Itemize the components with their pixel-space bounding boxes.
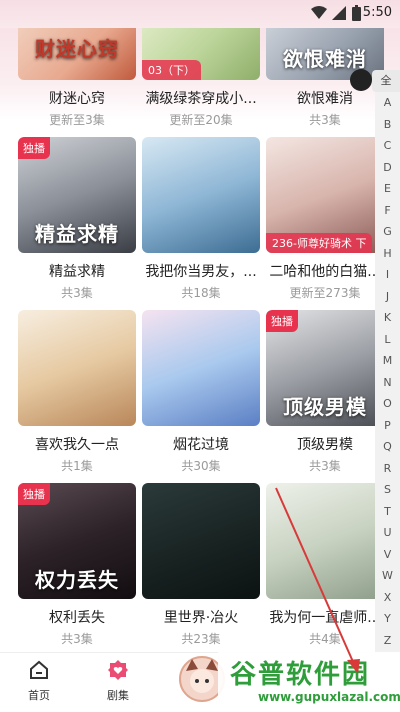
drama-cover: 独播 精益求精	[18, 137, 136, 253]
status-time: 5:50	[362, 5, 392, 20]
exclusive-badge: 独播	[18, 483, 50, 505]
index-letter-e[interactable]: E	[375, 178, 400, 200]
watermark-url: www.gupuxlazal.com	[258, 690, 400, 704]
index-letter-p[interactable]: P	[375, 415, 400, 437]
drama-title: 里世界·冶火	[163, 610, 239, 626]
drama-cover	[142, 137, 260, 253]
index-letter-c[interactable]: C	[375, 135, 400, 157]
episode-badge: 03（下）	[142, 60, 201, 80]
index-letter-s[interactable]: S	[375, 479, 400, 501]
drama-title: 顶级男模	[297, 437, 353, 453]
index-letter-o[interactable]: O	[375, 393, 400, 415]
drama-title: 欲恨难消	[297, 91, 353, 107]
index-letter-y[interactable]: Y	[375, 608, 400, 630]
drama-grid: 财迷心窍 财迷心窍 更新至3集 03（下） 满级绿茶穿成小... 更新至20集 …	[0, 0, 384, 650]
drama-episodes: 共3集	[309, 113, 341, 127]
drama-episodes: 共30集	[181, 459, 221, 473]
tab-home[interactable]: 首页	[9, 659, 69, 703]
drama-episodes: 共23集	[181, 632, 221, 646]
index-letter-n[interactable]: N	[375, 372, 400, 394]
drama-title: 我把你当男友，...	[145, 264, 257, 280]
drama-title: 二哈和他的白猫...	[269, 264, 381, 280]
home-icon	[30, 660, 48, 679]
index-letter-f[interactable]: F	[375, 200, 400, 222]
drama-cover: 独播 权力丢失	[18, 483, 136, 599]
index-letter-b[interactable]: B	[375, 114, 400, 136]
index-letter-q[interactable]: Q	[375, 436, 400, 458]
drama-cover: 独播 顶级男模	[266, 310, 384, 426]
index-letter-a[interactable]: A	[375, 92, 400, 114]
index-letter-z[interactable]: Z	[375, 630, 400, 652]
index-letter-w[interactable]: W	[375, 565, 400, 587]
status-bar: 5:50	[0, 0, 400, 28]
index-letter-t[interactable]: T	[375, 501, 400, 523]
drama-title: 满级绿茶穿成小...	[145, 91, 257, 107]
index-letter-x[interactable]: X	[375, 587, 400, 609]
index-letter-m[interactable]: M	[375, 350, 400, 372]
index-letter-r[interactable]: R	[375, 458, 400, 480]
drama-episodes: 共4集	[309, 632, 341, 646]
index-letter-h[interactable]: H	[375, 243, 400, 265]
drama-title: 精益求精	[49, 264, 105, 280]
drama-episodes: 共18集	[181, 286, 221, 300]
drama-cover	[142, 310, 260, 426]
index-fab[interactable]	[350, 69, 372, 91]
watermark-title: 谷普软件园	[230, 660, 371, 690]
drama-cover	[142, 483, 260, 599]
drama-episodes: 共3集	[61, 632, 93, 646]
wifi-icon	[311, 6, 327, 19]
drama-episodes: 共3集	[61, 286, 93, 300]
watermark: 谷普软件园 www.gupuxlazal.com	[218, 652, 400, 711]
drama-cover: 236-师尊好骑术 下	[266, 137, 384, 253]
index-toggle-button[interactable]: 全	[372, 70, 400, 92]
index-letter-l[interactable]: L	[375, 329, 400, 351]
index-letter-i[interactable]: I	[375, 264, 400, 286]
index-letter-d[interactable]: D	[375, 157, 400, 179]
index-letter-v[interactable]: V	[375, 544, 400, 566]
episode-badge: 236-师尊好骑术 下	[266, 233, 373, 253]
drama-title: 财迷心窍	[49, 91, 105, 107]
drama-title: 喜欢我久一点	[35, 437, 119, 453]
drama-cover	[266, 483, 384, 599]
drama-episodes: 更新至273集	[289, 286, 361, 300]
index-letter-g[interactable]: G	[375, 221, 400, 243]
tab-dramas[interactable]: 剧集	[88, 659, 148, 703]
drama-cover	[18, 310, 136, 426]
index-letter-j[interactable]: J	[375, 286, 400, 308]
signal-icon	[332, 6, 346, 20]
index-letter-k[interactable]: K	[375, 307, 400, 329]
heart-badge-icon	[108, 660, 128, 680]
battery-icon	[352, 5, 361, 21]
drama-episodes: 更新至20集	[169, 113, 233, 127]
index-letter-u[interactable]: U	[375, 522, 400, 544]
exclusive-badge: 独播	[266, 310, 298, 332]
drama-title: 我为何一直虐师...	[269, 610, 381, 626]
drama-episodes: 共3集	[309, 459, 341, 473]
tab-label: 首页	[28, 689, 50, 702]
drama-title: 权利丢失	[49, 610, 105, 626]
tab-label: 剧集	[107, 689, 129, 702]
drama-episodes: 更新至3集	[49, 113, 105, 127]
alphabet-index[interactable]: ABCDEFGHIJKLMNOPQRSTUVWXYZ	[375, 92, 400, 652]
exclusive-badge: 独播	[18, 137, 50, 159]
drama-episodes: 共1集	[61, 459, 93, 473]
drama-title: 烟花过境	[173, 437, 229, 453]
